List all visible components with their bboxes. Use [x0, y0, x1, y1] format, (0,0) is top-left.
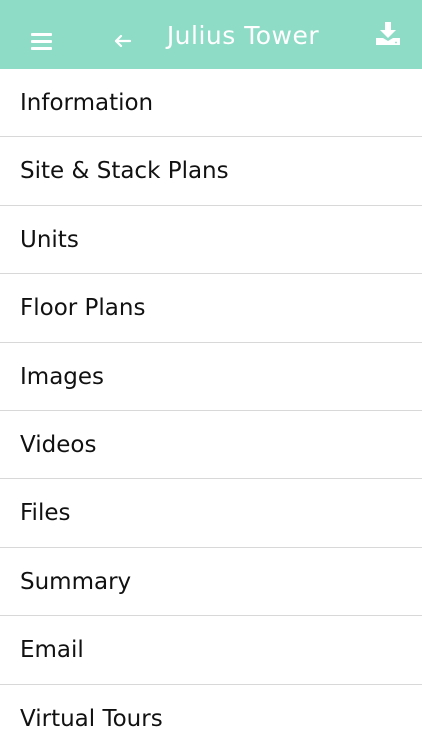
- header-bar: Julius Tower: [0, 0, 422, 69]
- menu-item-site-stack-plans[interactable]: Site & Stack Plans: [0, 137, 422, 206]
- menu-item-label: Units: [20, 226, 79, 253]
- menu-list: Information Site & Stack Plans Units Flo…: [0, 69, 422, 750]
- back-button[interactable]: [110, 28, 136, 54]
- menu-item-label: Summary: [20, 568, 132, 595]
- menu-item-summary[interactable]: Summary: [0, 548, 422, 617]
- menu-item-email[interactable]: Email: [0, 616, 422, 685]
- menu-item-label: Virtual Tours: [20, 705, 163, 732]
- menu-item-label: Videos: [20, 431, 97, 458]
- menu-item-label: Floor Plans: [20, 295, 146, 322]
- menu-item-virtual-tours[interactable]: Virtual Tours: [0, 685, 422, 750]
- menu-button[interactable]: [26, 27, 58, 57]
- hamburger-menu-icon: [31, 33, 52, 36]
- arrow-left-icon: [114, 34, 132, 48]
- download-icon: [376, 22, 400, 45]
- menu-item-label: Site & Stack Plans: [20, 158, 229, 185]
- menu-item-images[interactable]: Images: [0, 343, 422, 411]
- menu-item-label: Information: [20, 90, 154, 116]
- menu-item-label: Images: [20, 363, 105, 390]
- app-screen: Julius Tower Information Site & Stack Pl…: [0, 0, 422, 750]
- hamburger-menu-icon-bar: [31, 47, 52, 50]
- page-title: Julius Tower: [166, 21, 320, 50]
- menu-item-label: Files: [20, 500, 71, 527]
- menu-item-videos[interactable]: Videos: [0, 411, 422, 480]
- menu-item-information[interactable]: Information: [0, 69, 422, 138]
- menu-item-units[interactable]: Units: [0, 206, 422, 275]
- menu-item-label: Email: [20, 637, 84, 664]
- menu-item-files[interactable]: Files: [0, 479, 422, 548]
- menu-item-floor-plans[interactable]: Floor Plans: [0, 274, 422, 343]
- hamburger-menu-icon-bar: [31, 40, 52, 43]
- download-button[interactable]: [372, 18, 404, 50]
